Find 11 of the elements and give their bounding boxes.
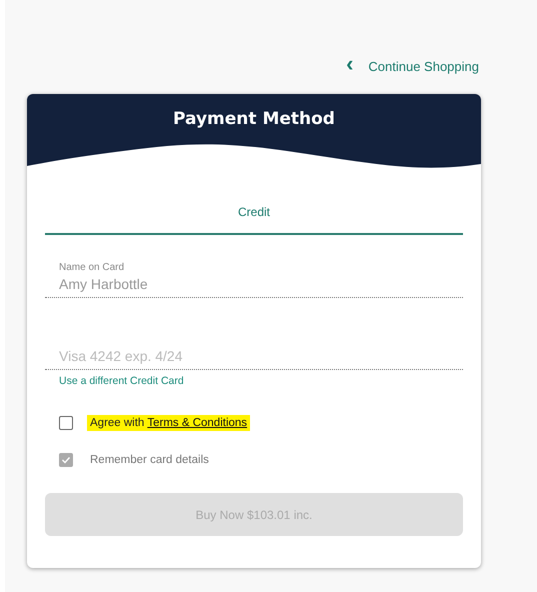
check-icon xyxy=(61,455,71,465)
card-title: Payment Method xyxy=(172,108,336,129)
different-card-link[interactable]: Use a different Credit Card xyxy=(59,375,184,387)
checkbox-label: Remember card details xyxy=(89,453,210,468)
input-field[interactable]: Visa 4242 exp. 4/24 xyxy=(59,348,449,364)
input-field[interactable]: Amy Harbottle xyxy=(59,276,449,292)
tab[interactable]: Credit xyxy=(45,199,463,235)
terms-link[interactable]: Terms & Conditions xyxy=(147,417,248,429)
checkbox-label: Agree with Terms & Conditions xyxy=(87,415,250,431)
checkbox[interactable] xyxy=(59,416,73,430)
field-label: Name on Card xyxy=(59,262,126,273)
